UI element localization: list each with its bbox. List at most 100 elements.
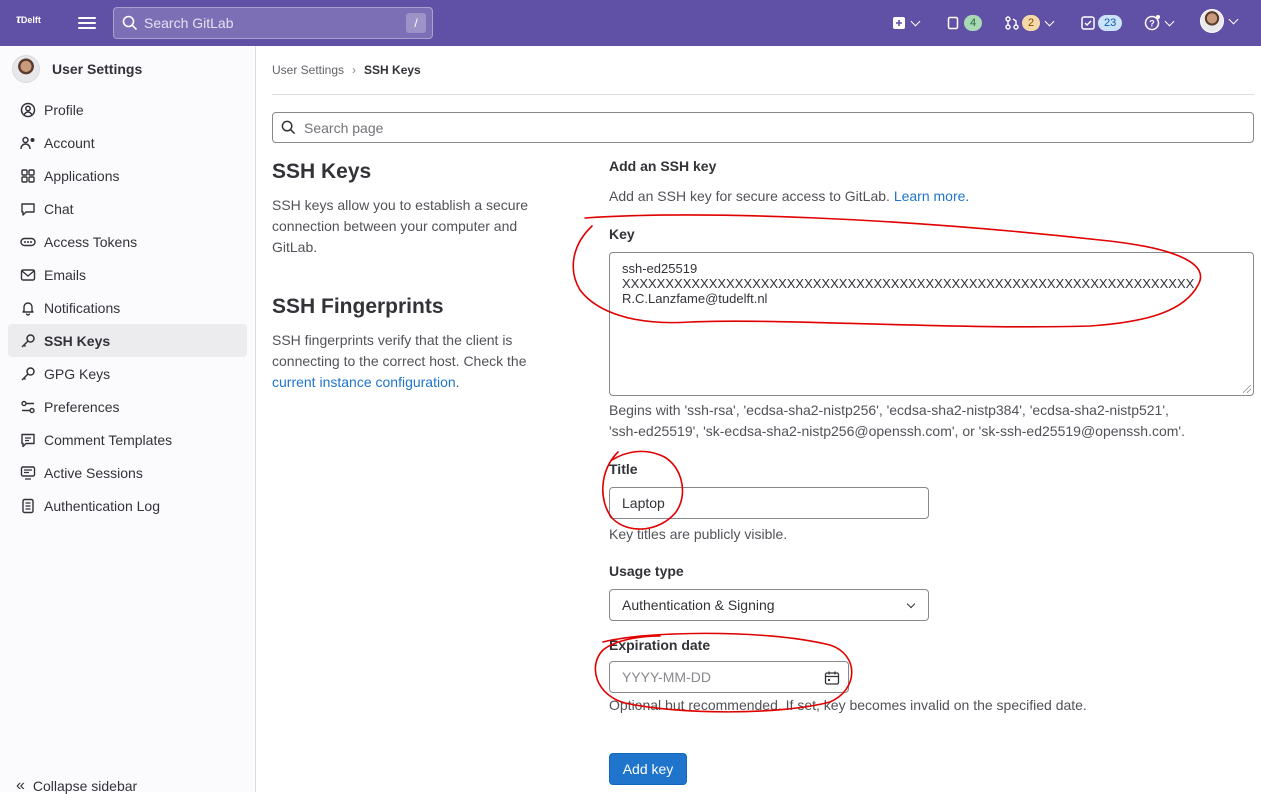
page-search-placeholder: Search page xyxy=(304,119,384,136)
key-line: ssh-ed25519 xyxy=(622,261,698,276)
sidebar-item-active-sessions[interactable]: Active Sessions xyxy=(8,456,247,489)
todos-button[interactable]: 23 xyxy=(1081,13,1123,33)
merge-requests-count: 2 xyxy=(1022,15,1041,31)
search-icon xyxy=(281,120,296,135)
sidebar-item-ssh-keys[interactable]: SSH Keys xyxy=(8,324,247,357)
top-bar: τDelft Search GitLab / 4 2 23 ? xyxy=(0,0,1261,46)
plus-square-icon xyxy=(893,17,905,29)
usage-type-select[interactable]: Authentication & Signing xyxy=(609,589,929,621)
sidebar-item-notifications[interactable]: Notifications xyxy=(8,291,247,324)
expiration-label: Expiration date xyxy=(609,637,711,653)
page-title: SSH Keys xyxy=(272,160,372,183)
key-textarea[interactable]: ssh-ed25519 XXXXXXXXXXXXXXXXXXXXXXXXXXXX… xyxy=(609,252,1254,396)
comment-icon xyxy=(20,432,36,448)
profile-icon xyxy=(20,102,36,118)
sidebar-item-account[interactable]: Account xyxy=(8,126,247,159)
sidebar-item-authentication-log[interactable]: Authentication Log xyxy=(8,489,247,522)
resize-handle[interactable] xyxy=(1243,385,1251,393)
applications-icon xyxy=(20,168,36,184)
search-shortcut: / xyxy=(406,13,426,33)
usage-type-label: Usage type xyxy=(609,563,684,579)
sidebar-item-gpg-keys[interactable]: GPG Keys xyxy=(8,357,247,390)
expiration-date-input[interactable]: YYYY-MM-DD xyxy=(609,661,849,693)
sidebar-item-label: Access Tokens xyxy=(44,233,138,250)
key-icon xyxy=(20,366,36,382)
sidebar-item-label: Emails xyxy=(44,266,87,283)
merge-requests-button[interactable]: 2 xyxy=(1005,13,1055,33)
sidebar-item-label: Chat xyxy=(44,200,74,217)
title-value: Laptop xyxy=(622,495,665,511)
breadcrumb: User Settings › SSH Keys xyxy=(272,63,421,77)
sidebar-item-label: Authentication Log xyxy=(44,497,160,514)
bell-icon xyxy=(20,300,36,316)
todos-count: 23 xyxy=(1098,15,1123,31)
add-key-title: Add an SSH key xyxy=(609,158,717,174)
token-icon xyxy=(20,234,36,250)
sidebar-item-label: SSH Keys xyxy=(44,332,111,349)
key-help: Begins with 'ssh-rsa', 'ecdsa-sha2-nistp… xyxy=(609,400,1185,442)
learn-more-link[interactable]: Learn more. xyxy=(894,188,969,204)
sidebar-nav: Profile Account Applications Chat Access… xyxy=(8,93,247,522)
help-icon: ? xyxy=(1144,15,1160,31)
sidebar-item-comment-templates[interactable]: Comment Templates xyxy=(8,423,247,456)
sidebar-item-label: Applications xyxy=(44,167,120,184)
sidebar-item-chat[interactable]: Chat xyxy=(8,192,247,225)
chevron-right-icon: › xyxy=(352,63,357,77)
key-line: XXXXXXXXXXXXXXXXXXXXXXXXXXXXXXXXXXXXXXXX… xyxy=(622,276,1195,291)
chevron-down-icon xyxy=(906,599,916,609)
account-icon xyxy=(20,135,36,151)
calendar-icon[interactable] xyxy=(824,670,840,686)
issues-icon xyxy=(947,16,959,30)
help-button[interactable]: ? xyxy=(1144,13,1175,33)
chat-icon xyxy=(20,201,36,217)
todo-icon xyxy=(1081,16,1095,30)
sidebar-item-access-tokens[interactable]: Access Tokens xyxy=(8,225,247,258)
sidebar-item-preferences[interactable]: Preferences xyxy=(8,390,247,423)
expiration-help: Optional but recommended. If set, key be… xyxy=(609,697,1087,713)
search-placeholder: Search GitLab xyxy=(144,15,234,31)
key-line: R.C.Lanzfame@tudelft.nl xyxy=(622,291,768,306)
global-search[interactable]: Search GitLab / xyxy=(113,7,433,39)
key-help-line: 'ssh-ed25519', 'sk-ecdsa-sha2-nistp256@o… xyxy=(609,423,1185,439)
logo[interactable]: τDelft xyxy=(16,12,56,32)
sidebar: User Settings Profile Account Applicatio… xyxy=(0,46,256,794)
fingerprints-suffix: . xyxy=(455,374,460,390)
sidebar-header[interactable]: User Settings xyxy=(12,55,142,83)
page-search-input[interactable]: Search page xyxy=(272,112,1254,143)
monitor-icon xyxy=(20,465,36,481)
user-menu-button[interactable] xyxy=(1200,9,1239,33)
sidebar-item-label: Active Sessions xyxy=(44,464,143,481)
mail-icon xyxy=(20,267,36,283)
key-help-line: Begins with 'ssh-rsa', 'ecdsa-sha2-nistp… xyxy=(609,402,1169,418)
breadcrumb-parent[interactable]: User Settings xyxy=(272,63,344,77)
menu-icon[interactable] xyxy=(78,14,96,30)
breadcrumb-current[interactable]: SSH Keys xyxy=(364,63,421,77)
search-icon xyxy=(122,15,138,31)
create-new-button[interactable] xyxy=(892,13,921,33)
add-key-text: Add an SSH key for secure access to GitL… xyxy=(609,188,890,204)
divider xyxy=(272,94,1254,95)
fingerprints-text: SSH fingerprints verify that the client … xyxy=(272,332,527,369)
sidebar-item-label: Notifications xyxy=(44,299,121,316)
sidebar-item-profile[interactable]: Profile xyxy=(8,93,247,126)
key-label: Key xyxy=(609,226,635,242)
expiration-placeholder: YYYY-MM-DD xyxy=(622,669,711,685)
sidebar-title: User Settings xyxy=(52,61,143,77)
title-input[interactable]: Laptop xyxy=(609,487,929,519)
sidebar-item-emails[interactable]: Emails xyxy=(8,258,247,291)
sidebar-item-label: GPG Keys xyxy=(44,365,111,382)
usage-type-value: Authentication & Signing xyxy=(622,597,775,613)
avatar xyxy=(12,55,40,83)
avatar xyxy=(1200,9,1224,33)
sidebar-item-applications[interactable]: Applications xyxy=(8,159,247,192)
instance-configuration-link[interactable]: current instance configuration xyxy=(272,374,456,390)
title-label: Title xyxy=(609,461,638,477)
preferences-icon xyxy=(20,399,36,415)
add-key-button[interactable]: Add key xyxy=(609,753,687,785)
ssh-description: SSH keys allow you to establish a secure… xyxy=(272,197,529,255)
fingerprints-title: SSH Fingerprints xyxy=(272,295,444,318)
fingerprints-description: SSH fingerprints verify that the client … xyxy=(272,330,562,393)
issues-count: 4 xyxy=(964,15,983,31)
issues-button[interactable]: 4 xyxy=(947,13,983,33)
add-key-description: Add an SSH key for secure access to GitL… xyxy=(609,188,969,204)
